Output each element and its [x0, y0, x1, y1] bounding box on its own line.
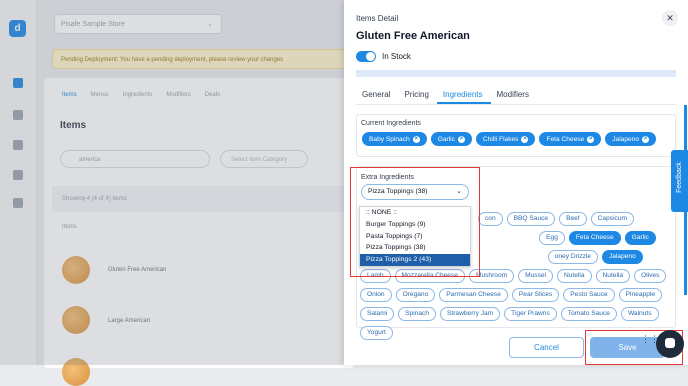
extra-ingredient-chip[interactable]: Garlic [624, 231, 656, 245]
extra-ingredient-chip[interactable]: Onion [360, 288, 392, 302]
extra-ingredient-chip[interactable]: Egg [539, 231, 565, 245]
panel-subtitle: Items Detail [356, 14, 399, 23]
tab-modifiers[interactable]: Modifiers [491, 90, 537, 104]
extra-ingredients-dropdown-menu: :: NONE :: Burger Toppings (9) Pasta Toppi… [359, 206, 471, 267]
extra-ingredient-chip[interactable]: Salami [360, 307, 395, 321]
cancel-button[interactable]: Cancel [509, 337, 584, 358]
extra-ingredient-chip[interactable]: Mozzarella Cheese [394, 269, 465, 283]
current-ingredient-chip[interactable]: Garlic × [430, 132, 472, 146]
extra-ingredient-chip[interactable]: Walnuts [620, 307, 659, 321]
extra-ingredients-select[interactable]: Pizza Toppings (38) ⌄ [361, 184, 469, 200]
chip-label: Baby Spinach [369, 135, 410, 143]
extra-ingredient-chip[interactable]: Mussel [518, 269, 553, 283]
extra-ingredient-chip[interactable]: Mushroom [468, 269, 515, 283]
remove-icon[interactable]: × [587, 135, 595, 143]
in-stock-label: In Stock [382, 52, 411, 61]
extra-ingredient-chip[interactable]: Yogurt [360, 326, 393, 340]
current-ingredient-chip[interactable]: Chilli Flakes × [475, 132, 536, 146]
panel-divider-bar [356, 70, 676, 77]
drag-handle-icon[interactable]: ⋮⋮ [641, 335, 659, 351]
dropdown-option[interactable]: :: NONE :: [360, 207, 470, 219]
current-ingredients-list: Baby Spinach × Garlic × Chilli Flakes × Feta C… [362, 132, 672, 151]
dropdown-option[interactable]: Pasta Toppings (7) [360, 231, 470, 243]
chat-icon[interactable] [656, 330, 684, 358]
extra-ingredient-chip[interactable]: Beef [559, 212, 587, 226]
extra-ingredient-chip[interactable]: Tiger Prawns [504, 307, 557, 321]
chevron-down-icon: ⌄ [456, 188, 462, 195]
current-ingredient-chip[interactable]: Baby Spinach × [362, 132, 427, 146]
current-ingredient-chip[interactable]: Feta Cheese × [539, 132, 602, 146]
close-icon[interactable]: ✕ [662, 10, 678, 26]
in-stock-toggle[interactable] [356, 51, 376, 62]
extra-ingredient-chip[interactable]: Jalapeno [601, 250, 643, 264]
panel-scrollbar[interactable] [684, 105, 687, 295]
extra-ingredients-select-value: Pizza Toppings (38) [368, 188, 428, 195]
extra-ingredient-chip[interactable]: Olives [634, 269, 667, 283]
current-ingredients-label: Current Ingredients [361, 120, 421, 127]
extra-ingredient-chip[interactable]: Spinach [398, 307, 436, 321]
feedback-label: Feedback [676, 162, 683, 193]
item-detail-panel: Items Detail Gluten Free American ✕ In S… [344, 0, 688, 365]
extra-ingredient-chip[interactable]: Lamb [360, 269, 391, 283]
extra-ingredient-chip[interactable]: Pesto Sauce [563, 288, 615, 302]
dropdown-option[interactable]: Pizza Toppings (38) [360, 242, 470, 254]
chip-label: Jalapeno [612, 135, 639, 143]
chip-label: Feta Cheese [546, 135, 585, 143]
extra-ingredient-chip[interactable]: Pear Slices [511, 288, 560, 302]
remove-icon[interactable]: × [521, 135, 529, 143]
extra-ingredient-chip[interactable]: Nutella [557, 269, 592, 283]
in-stock-row: In Stock [356, 51, 411, 62]
remove-icon[interactable]: × [642, 135, 649, 143]
extra-ingredient-chip[interactable]: Strawberry Jam [440, 307, 501, 321]
current-ingredient-chip[interactable]: Jalapeno × [605, 132, 656, 146]
extra-ingredients-label: Extra Ingredients [361, 174, 414, 181]
extra-ingredient-chip[interactable]: BBQ Sauce [506, 212, 556, 226]
tab-general[interactable]: General [356, 90, 398, 104]
tab-pricing[interactable]: Pricing [398, 90, 436, 104]
tab-ingredients[interactable]: Ingredients [436, 90, 491, 104]
extra-ingredient-chip[interactable]: Capsicum [590, 212, 634, 226]
extra-ingredient-chip[interactable]: Parmesan Cheese [439, 288, 508, 302]
panel-tabs: General Pricing Ingredients Modifiers [356, 90, 676, 105]
remove-icon[interactable]: × [412, 135, 420, 143]
item-title: Gluten Free American [356, 30, 470, 42]
extra-ingredient-chip[interactable]: Tomato Sauce [560, 307, 617, 321]
extra-ingredient-chip[interactable]: oney Drizzle [547, 250, 598, 264]
extra-ingredient-chip[interactable]: Pineapple [618, 288, 662, 302]
chip-label: Chilli Flakes [482, 135, 519, 143]
remove-icon[interactable]: × [457, 135, 465, 143]
current-ingredients-box: Current Ingredients Baby Spinach × Garlic ×… [356, 114, 676, 157]
dropdown-option[interactable]: Burger Toppings (9) [360, 219, 470, 231]
extra-ingredient-chip[interactable]: Oregano [395, 288, 436, 302]
chip-label: Garlic [437, 135, 455, 143]
extra-ingredient-chip[interactable]: Nutella [595, 269, 631, 283]
extra-ingredient-chip[interactable]: Feta Cheese [568, 231, 621, 245]
dropdown-option[interactable]: Pizza Toppings 2 (43) [360, 254, 470, 266]
extra-ingredient-chip[interactable]: con [478, 212, 503, 226]
